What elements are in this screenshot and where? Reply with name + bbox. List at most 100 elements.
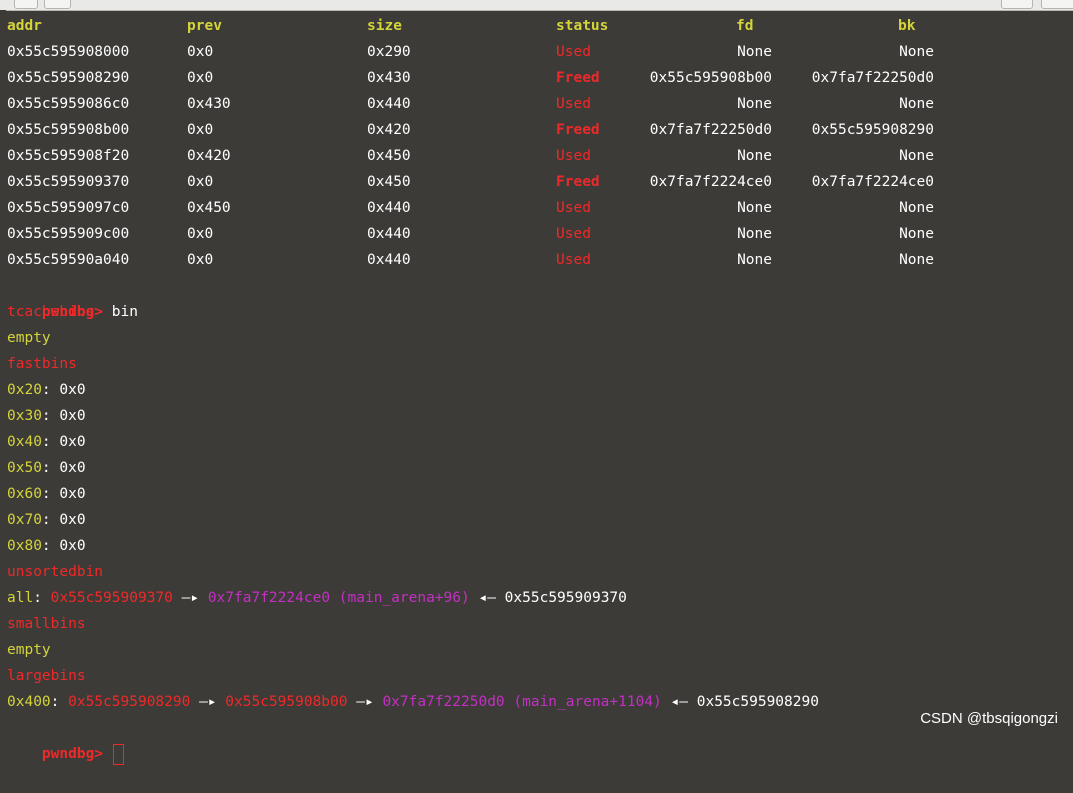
- cell-fd: 0x7fa7f22250d0: [649, 122, 772, 138]
- heap-table-header: addr prev size status fd bk: [7, 13, 1067, 39]
- prompt: pwndbg>: [41, 746, 104, 762]
- window-left-edge: [0, 10, 6, 736]
- heap-table-row: 0x55c595908290 0x0 0x430 Freed 0x55c595908b0…: [7, 65, 1067, 91]
- col-bk-header: bk: [898, 18, 916, 34]
- cell-bk: 0x7fa7f22250d0: [811, 70, 934, 86]
- cell-addr: 0x55c5959097c0: [7, 200, 130, 216]
- heap-table-row: 0x55c5959097c0 0x450 0x440 Used None None: [7, 195, 1067, 221]
- chunk-address: 0x55c595908290: [68, 694, 191, 710]
- cell-status: Freed: [556, 174, 600, 190]
- fastbin-size: 0x80: [7, 538, 42, 554]
- heap-table-row: 0x55c595909370 0x0 0x450 Freed 0x7fa7f2224ce…: [7, 169, 1067, 195]
- cell-fd: None: [737, 226, 772, 242]
- col-addr-header: addr: [7, 18, 42, 34]
- cell-size: 0x430: [367, 70, 411, 86]
- fastbin-value: 0x0: [59, 512, 86, 528]
- bin-separator: :: [41, 538, 51, 554]
- chunk-address: 0x55c595909370: [50, 590, 173, 606]
- fastbin-value: 0x0: [59, 538, 86, 554]
- cell-prev: 0x420: [187, 148, 231, 164]
- heap-table-row: 0x55c595908f20 0x420 0x450 Used None None: [7, 143, 1067, 169]
- cell-status: Used: [556, 44, 591, 60]
- cell-addr: 0x55c595908000: [7, 44, 130, 60]
- cell-status: Freed: [556, 122, 600, 138]
- fastbin-value: 0x0: [59, 408, 86, 424]
- cell-fd: None: [737, 148, 772, 164]
- cell-prev: 0x0: [187, 252, 214, 268]
- largebins-line: 0x400: 0x55c595908290 —▸ 0x55c595908b00 …: [7, 689, 1067, 715]
- cell-size: 0x440: [367, 96, 411, 112]
- cell-fd: 0x7fa7f2224ce0: [649, 174, 772, 190]
- back-pointer: 0x55c595909370: [504, 590, 627, 606]
- cell-size: 0x450: [367, 174, 411, 190]
- smallbins-title: smallbins: [7, 616, 86, 632]
- cell-size: 0x420: [367, 122, 411, 138]
- cell-fd: 0x55c595908b00: [649, 70, 772, 86]
- right-arrow-icon: —▸: [356, 694, 374, 710]
- cell-size: 0x440: [367, 226, 411, 242]
- fastbin-value: 0x0: [59, 486, 86, 502]
- fastbins-list: 0x20: 0x0 0x30: 0x0 0x40: 0x0 0x50: 0x0 0x60…: [7, 377, 1067, 559]
- fastbin-value: 0x0: [59, 460, 86, 476]
- smallbins-value: empty: [7, 642, 51, 658]
- cell-size: 0x290: [367, 44, 411, 60]
- tcachebins-title: tcachebins: [7, 304, 95, 320]
- chunk-address: 0x55c595908b00: [225, 694, 348, 710]
- command-line: pwndbg> bin: [7, 273, 1067, 320]
- cell-prev: 0x0: [187, 122, 214, 138]
- cell-prev: 0x0: [187, 70, 214, 86]
- fastbin-entry: 0x60: 0x0: [7, 481, 1067, 507]
- text-cursor[interactable]: [112, 743, 124, 765]
- cell-status: Used: [556, 96, 591, 112]
- left-arrow-icon: ◂—: [670, 694, 688, 710]
- bin-label: 0x400: [7, 694, 51, 710]
- terminal-output[interactable]: addr prev size status fd bk 0x55c5959080…: [7, 13, 1067, 765]
- heap-table-row: 0x55c59590a040 0x0 0x440 Used None None: [7, 247, 1067, 273]
- toolbar-button[interactable]: [1001, 0, 1033, 9]
- cell-bk: None: [899, 200, 934, 216]
- fastbin-size: 0x40: [7, 434, 42, 450]
- right-arrow-icon: —▸: [181, 590, 200, 606]
- fastbin-size: 0x70: [7, 512, 42, 528]
- cell-fd: None: [737, 96, 772, 112]
- col-status-header: status: [556, 18, 609, 34]
- cell-bk: 0x55c595908290: [811, 122, 934, 138]
- cell-prev: 0x430: [187, 96, 231, 112]
- fastbin-entry: 0x80: 0x0: [7, 533, 1067, 559]
- heap-table-row: 0x55c595908000 0x0 0x290 Used None None: [7, 39, 1067, 65]
- cell-status: Used: [556, 252, 591, 268]
- bin-separator: :: [41, 382, 51, 398]
- fastbin-entry: 0x40: 0x0: [7, 429, 1067, 455]
- fastbin-entry: 0x70: 0x0: [7, 507, 1067, 533]
- unsortedbin-title: unsortedbin: [7, 564, 104, 580]
- cell-prev: 0x0: [187, 174, 214, 190]
- heap-table-row: 0x55c5959086c0 0x430 0x440 Used None None: [7, 91, 1067, 117]
- fastbin-size: 0x60: [7, 486, 42, 502]
- bin-separator: :: [41, 460, 51, 476]
- cell-addr: 0x55c595909c00: [7, 226, 130, 242]
- cell-size: 0x440: [367, 252, 411, 268]
- cell-addr: 0x55c5959086c0: [7, 96, 130, 112]
- cell-addr: 0x55c59590a040: [7, 252, 130, 268]
- cell-addr: 0x55c595908b00: [7, 122, 130, 138]
- toolbar-button[interactable]: [44, 0, 71, 9]
- arena-address: 0x7fa7f22250d0 (main_arena+1104): [382, 694, 662, 710]
- cell-fd: None: [737, 252, 772, 268]
- toolbar-button[interactable]: [14, 0, 38, 9]
- cell-bk: None: [899, 226, 934, 242]
- bin-separator: :: [41, 408, 51, 424]
- cell-addr: 0x55c595908f20: [7, 148, 130, 164]
- tcachebins-value: empty: [7, 330, 51, 346]
- cell-status: Freed: [556, 70, 600, 86]
- fastbin-value: 0x0: [59, 382, 86, 398]
- cell-addr: 0x55c595909370: [7, 174, 130, 190]
- bin-separator: :: [41, 512, 51, 528]
- heap-table-row: 0x55c595908b00 0x0 0x420 Freed 0x7fa7f22250d…: [7, 117, 1067, 143]
- watermark: CSDN @tbsqigongzi: [920, 710, 1058, 727]
- input-line[interactable]: pwndbg>: [7, 715, 1067, 765]
- bin-separator: :: [41, 486, 51, 502]
- window-top-edge: [0, 0, 1073, 11]
- largebins-title: largebins: [7, 668, 86, 684]
- arena-address: 0x7fa7f2224ce0 (main_arena+96): [207, 590, 470, 606]
- toolbar-button[interactable]: [1041, 0, 1073, 9]
